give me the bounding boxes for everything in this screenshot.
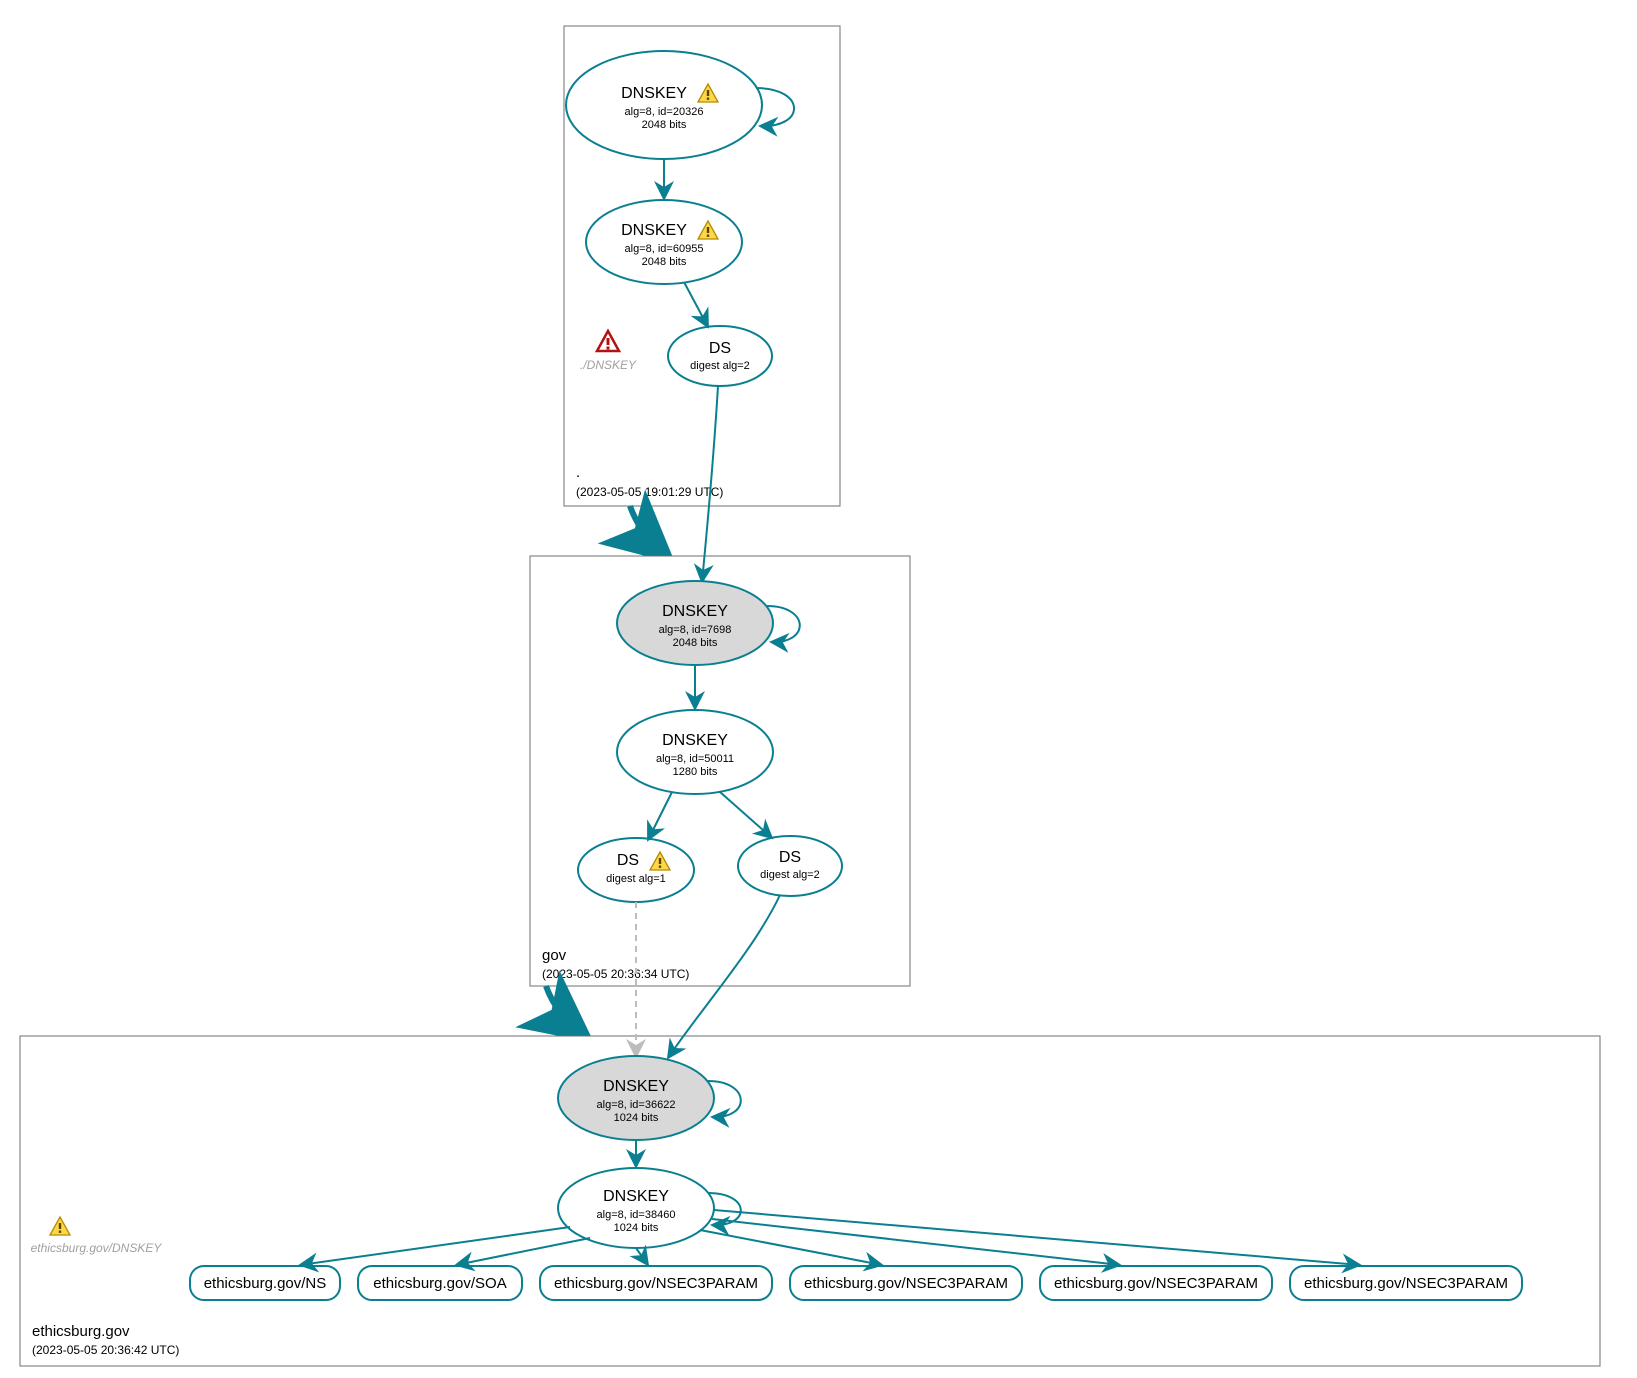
root-ds-node[interactable]: DS digest alg=2 [668,326,772,386]
zone-ethicsburg-name: ethicsburg.gov [32,1323,130,1340]
gov-ds2-node[interactable]: DS digest alg=2 [738,836,842,896]
svg-text:ethicsburg.gov/NSEC3PARAM: ethicsburg.gov/NSEC3PARAM [1304,1275,1508,1292]
svg-text:DNSKEY: DNSKEY [603,1078,669,1095]
root-ksk-title: DNSKEY [621,85,687,102]
svg-text:1024 bits: 1024 bits [614,1222,659,1234]
svg-text:ethicsburg.gov/NSEC3PARAM: ethicsburg.gov/NSEC3PARAM [1054,1275,1258,1292]
root-ksk-node[interactable]: DNSKEY alg=8, id=20326 2048 bits [566,51,762,159]
edge-zone-delegation [630,506,662,552]
zone-ethicsburg [20,1036,1600,1366]
svg-text:alg=8, id=7698: alg=8, id=7698 [659,624,732,636]
svg-text:alg=8, id=20326: alg=8, id=20326 [625,106,704,118]
svg-text:alg=8, id=60955: alg=8, id=60955 [625,243,704,255]
svg-text:alg=8, id=38460: alg=8, id=38460 [597,1209,676,1221]
gov-ksk-node[interactable]: DNSKEY alg=8, id=7698 2048 bits [617,581,773,665]
zone-ethicsburg-time: (2023-05-05 20:36:42 UTC) [32,1343,179,1357]
gov-ds1-node[interactable]: DS digest alg=1 [578,838,694,902]
rr-nsec3param-2[interactable]: ethicsburg.gov/NSEC3PARAM [790,1266,1022,1300]
ethicsburg-ksk-node[interactable]: DNSKEY alg=8, id=36622 1024 bits [558,1056,714,1140]
svg-text:2048 bits: 2048 bits [642,119,687,131]
dnssec-graph: . (2023-05-05 19:01:29 UTC) DNSKEY alg=8… [0,0,1637,1378]
svg-text:DNSKEY: DNSKEY [662,732,728,749]
rr-nsec3param-3[interactable]: ethicsburg.gov/NSEC3PARAM [1040,1266,1272,1300]
rr-nsec3param-4[interactable]: ethicsburg.gov/NSEC3PARAM [1290,1266,1522,1300]
svg-text:ethicsburg.gov/SOA: ethicsburg.gov/SOA [373,1275,506,1292]
svg-text:digest alg=2: digest alg=2 [760,869,820,881]
svg-text:ethicsburg.gov/DNSKEY: ethicsburg.gov/DNSKEY [31,1241,163,1255]
svg-text:DNSKEY: DNSKEY [662,603,728,620]
svg-text:1280 bits: 1280 bits [673,766,718,778]
svg-text:1024 bits: 1024 bits [614,1112,659,1124]
edge-zone-delegation [546,986,580,1032]
zone-gov-time: (2023-05-05 20:36:34 UTC) [542,967,689,981]
svg-text:ethicsburg.gov/NSEC3PARAM: ethicsburg.gov/NSEC3PARAM [804,1275,1008,1292]
svg-text:2048 bits: 2048 bits [642,256,687,268]
svg-text:2048 bits: 2048 bits [673,637,718,649]
svg-text:alg=8, id=36622: alg=8, id=36622 [597,1099,676,1111]
gov-zsk-node[interactable]: DNSKEY alg=8, id=50011 1280 bits [617,710,773,794]
zone-root-time: (2023-05-05 19:01:29 UTC) [576,485,723,499]
svg-text:DNSKEY: DNSKEY [603,1188,669,1205]
zone-root-name: . [576,464,580,481]
svg-text:alg=8, id=50011: alg=8, id=50011 [656,753,734,765]
rr-nsec3param-1[interactable]: ethicsburg.gov/NSEC3PARAM [540,1266,772,1300]
root-zsk-node[interactable]: DNSKEY alg=8, id=60955 2048 bits [586,200,742,284]
rr-soa[interactable]: ethicsburg.gov/SOA [358,1266,522,1300]
ethicsburg-zsk-node[interactable]: DNSKEY alg=8, id=38460 1024 bits [558,1168,714,1248]
zone-gov-name: gov [542,947,567,964]
svg-text:DNSKEY: DNSKEY [621,222,687,239]
svg-text:DS: DS [779,849,801,866]
rr-ns[interactable]: ethicsburg.gov/NS [190,1266,340,1300]
svg-text:digest alg=2: digest alg=2 [690,360,750,372]
svg-text:ethicsburg.gov/NSEC3PARAM: ethicsburg.gov/NSEC3PARAM [554,1275,758,1292]
svg-text:DS: DS [617,852,639,869]
svg-text:./DNSKEY: ./DNSKEY [580,358,637,372]
svg-text:DS: DS [709,340,731,357]
svg-text:ethicsburg.gov/NS: ethicsburg.gov/NS [204,1275,327,1292]
svg-text:digest alg=1: digest alg=1 [606,873,666,885]
